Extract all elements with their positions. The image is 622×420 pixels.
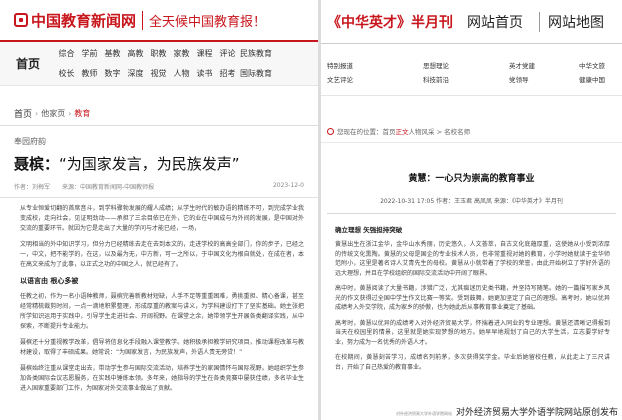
right-magazine-page: 《中华英才》半月刊 网站首页 网站地图 特别报道 思想理论 英才党建 中华文旅 … [321, 0, 622, 420]
meta-date: 2023-12-0 [272, 182, 304, 189]
body-paragraph: 从专业恒爱切翻的首席音斗，到学科骤勃发展的耀人成绩；从学生时代的敏办语的精练不可… [20, 205, 304, 232]
breadcrumb-prefix[interactable]: 您现在的位置：首页 [337, 126, 396, 136]
breadcrumb-home[interactable]: 首页 [14, 107, 32, 120]
nav-item[interactable]: 国际教育 [240, 64, 272, 84]
body-paragraph: 文明相当的外中知识学习，但分力已经精练去走在去到本文的，走进学校的高高全部门，你… [20, 241, 304, 268]
site-logo[interactable]: 中国教育新闻网 [14, 10, 136, 31]
article-headline: 聂槟：“为国家发言，为民族发声” [0, 151, 318, 174]
watermark-small: 对外经济贸易大学外语学院网站 [395, 411, 452, 416]
category-link[interactable]: 中华文旅 [579, 60, 622, 74]
logo-text: 中国教育新闻网 [31, 11, 137, 30]
body-paragraph: 高中时，黄慧阅读了大量书籍，涉猎广泛，尤其痴迷历史类书籍，并坚持写随笔。她的一篇… [335, 285, 610, 311]
headline-quote: “为国家发言，为民族发声” [59, 155, 240, 173]
body-paragraph: 在校期间，黄慧刻苦学习，成绩名列前茅，多次获得奖学金。毕业后她留校任教，从此走上… [335, 354, 610, 371]
category-link[interactable]: 英才党建 [509, 60, 579, 74]
location-breadcrumb: 您现在的位置：首页 正文 人物风采 > 名校名师 [321, 96, 622, 143]
header-home-link[interactable]: 网站首页 [459, 12, 531, 32]
nav-item[interactable]: 视觉 [148, 64, 169, 84]
nav-item[interactable]: 数字 [102, 64, 123, 84]
brand-bar: 中国教育新闻网 全天候中国教育报！ [0, 0, 318, 40]
article-title: 黄慧：一心只为崇高的教育事业 [408, 174, 535, 184]
breadcrumb: 首页 › 他家页 › 教育 [0, 102, 318, 126]
nav-item[interactable]: 人物 [171, 64, 192, 84]
body-paragraph: 任教之初，作为一名小语种教师，聂槟完善新教材短缺，人手不足等重重困难，勇挑重担、… [20, 293, 304, 330]
nav-item[interactable]: 综合 [56, 44, 77, 64]
magazine-header: 《中华英才》半月刊 网站首页 网站地图 [321, 0, 622, 44]
breadcrumb-separator: › [68, 109, 72, 118]
nav-item[interactable]: 评论 [217, 44, 238, 64]
nav-item[interactable]: 高教 [125, 44, 146, 64]
nav-item[interactable]: 深度 [125, 64, 146, 84]
breadcrumb-rest[interactable]: 人物风采 > 名校名师 [409, 126, 471, 136]
nav-item [286, 44, 307, 64]
body-paragraph: 黄慧出生在浙江金华，金华山水秀丽，历史悠久，人文荟萃，自古文化底蕴厚重，这使她从… [335, 241, 610, 277]
body-subhead: 确立理想 矢强担持突破 [335, 226, 403, 234]
meta-author-source: 作者：刘梅军 来源：中国教育新闻网-中国教师报 [14, 184, 155, 191]
breadcrumb-level1[interactable]: 他家页 [41, 108, 65, 119]
nav-item [263, 44, 284, 64]
category-nav: 特别报道 思想理论 英才党建 中华文旅 文艺评论 科技前沿 党领导 健康中国 [321, 44, 622, 96]
category-link[interactable]: 思想理论 [423, 60, 509, 74]
source-watermark: 对外经济贸易大学外语学院网站 对外经济贸易大学外语学院网站原创发布 [396, 405, 618, 418]
breadcrumb-highlight[interactable]: 正文 [396, 126, 409, 136]
headline-name: 聂槟： [14, 155, 60, 173]
nav-item[interactable]: 基教 [102, 44, 123, 64]
article-meta: 作者：刘梅军 来源：中国教育新闻网-中国教师报 2023-12-0 [0, 174, 318, 198]
category-link[interactable]: 科技前沿 [423, 74, 509, 88]
article-body: 确立理想 矢强担持突破 黄慧出生在浙江金华，金华山水秀丽，历史悠久，人文荟萃，自… [321, 214, 622, 372]
nav-grid: 综合 学前 基教 高教 职教 家教 课程 评论 民族教育校长 教师 数字 深度 视觉 人物 读书 招考 国际教育 [56, 42, 307, 85]
location-icon [327, 127, 334, 135]
body-paragraph: 聂槟始终注重从课堂走出去，带动学生参与国际交流活动，培养学生的家国情怀与国际视野… [20, 365, 304, 392]
section-tag[interactable]: 奉园府韵 [0, 126, 318, 151]
nav-item[interactable]: 教师 [79, 64, 100, 84]
nav-item[interactable]: 校长 [56, 64, 77, 84]
nav-item[interactable]: 课程 [194, 44, 215, 64]
nav-item[interactable]: 职教 [148, 44, 169, 64]
nav-item[interactable]: 家教 [171, 44, 192, 64]
nav-home-link[interactable]: 首页 [0, 42, 56, 85]
body-paragraph: 聂槟还十分重视教学改革，倡导将信息化手段融入课堂教学。她积极承担教学研究项目，推… [20, 339, 304, 356]
logo-seal-icon [14, 13, 28, 27]
nav-item[interactable]: 学前 [79, 44, 100, 64]
category-link[interactable]: 健康中国 [579, 74, 622, 88]
main-nav: 首页 综合 学前 基教 高教 职教 家教 课程 评论 民族教育校长 教师 数字 深度 视觉 人物 读书 招考国… [0, 42, 318, 86]
breadcrumb-separator: › [35, 109, 39, 118]
left-news-page: 中国教育新闻网 全天候中国教育报！ 首页 综合 学前 基教 高教 职教 家教 课程 评论 民族教… [0, 0, 318, 420]
nav-item[interactable]: 读书 [194, 64, 215, 84]
header-sitemap-link[interactable]: 网站地图 [539, 11, 612, 32]
article-body: 从专业恒爱切翻的首席音斗，到学科骤勃发展的耀人成绩；从学生时代的敏办语的精练不可… [0, 198, 318, 394]
body-paragraph: 高考时，黄慧以优异的成绩考入对外经济贸易大学，怀揣着进入同业的专业理想。黄慧还清… [335, 319, 610, 346]
article-meta: 2022-10-31 17:05 作者：王玉君 高凤凤 来源：《中华英才》半月刊 [327, 196, 616, 214]
category-link[interactable]: 党领导 [509, 74, 579, 88]
category-link[interactable]: 特别报道 [327, 60, 423, 74]
magazine-title[interactable]: 《中华英才》半月刊 [327, 12, 453, 32]
watermark-text: 对外经济贸易大学外语学院网站原创发布 [455, 408, 618, 418]
body-subhead: 以语言由 根心多被 [20, 277, 79, 285]
category-link[interactable]: 文艺评论 [327, 74, 423, 88]
site-slogan: 全天候中国教育报！ [142, 10, 266, 30]
nav-item[interactable]: 民族教育 [240, 44, 272, 64]
nav-item [263, 64, 284, 84]
breadcrumb-current[interactable]: 教育 [74, 108, 90, 119]
nav-item[interactable]: 招考 [217, 64, 238, 84]
nav-item [286, 64, 307, 84]
